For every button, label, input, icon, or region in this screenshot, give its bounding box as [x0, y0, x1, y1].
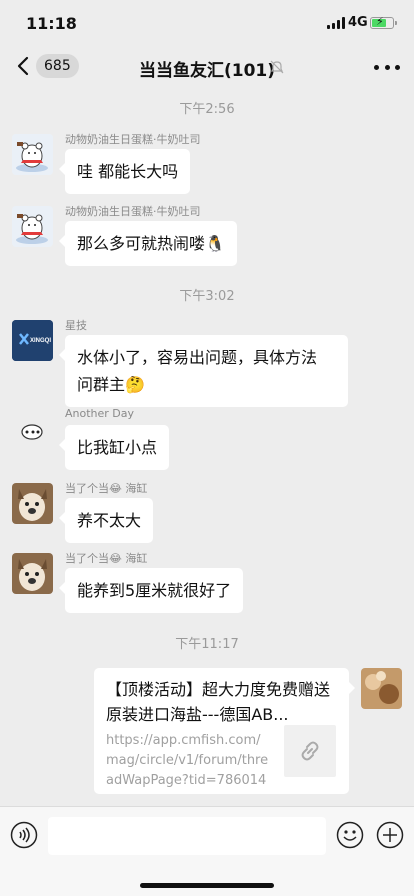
network-label: 4G — [348, 15, 368, 30]
status-bar: 11:18 4G ⚡ — [0, 0, 414, 48]
message-bubble[interactable]: 能养到5厘米就很好了 — [58, 568, 244, 613]
emoji-icon[interactable] — [336, 821, 364, 849]
sender-name: 当了个当😂 海缸 — [65, 552, 148, 565]
mute-icon — [270, 60, 284, 74]
message-bubble[interactable]: 哇 都能长大吗 — [58, 149, 191, 194]
plus-icon[interactable] — [376, 821, 404, 849]
sender-name: 星技 — [65, 319, 87, 332]
more-icon — [374, 64, 379, 70]
svg-text:XINGQI: XINGQI — [30, 338, 51, 344]
link-url: https://app.cmfish.com/mag/circle/v1/for… — [106, 733, 269, 788]
message-bubble[interactable]: 那么多可就热闹喽🐧 — [59, 221, 237, 266]
more-button[interactable] — [374, 60, 400, 74]
avatar[interactable] — [12, 553, 53, 594]
sender-name: Another Day — [65, 407, 135, 420]
chat-title: 当当鱼友汇(101) — [138, 61, 276, 81]
timestamp: 下午11:17 — [175, 637, 239, 652]
avatar[interactable] — [12, 410, 53, 451]
my-avatar[interactable] — [361, 668, 402, 709]
home-indicator — [140, 883, 274, 888]
sender-name: 动物奶油生日蛋糕·牛奶吐司 — [65, 133, 201, 146]
link-thumbnail — [284, 725, 336, 777]
avatar[interactable] — [12, 483, 53, 524]
link-icon — [301, 741, 319, 761]
link-card[interactable]: 【顶楼活动】超大力度免费赠送原装进口海盐---德国AB... https://a… — [94, 668, 355, 794]
avatar[interactable] — [12, 206, 53, 247]
nav-bar: 685 当当鱼友汇(101) — [0, 48, 414, 86]
voice-icon[interactable] — [10, 821, 38, 849]
message-line: 问群主🤔 — [77, 375, 145, 394]
input-bar — [0, 806, 414, 896]
sender-name: 动物奶油生日蛋糕·牛奶吐司 — [65, 205, 201, 218]
message-line: 水体小了，容易出问题，具体方法 — [77, 348, 318, 367]
message-bubble[interactable]: 水体小了，容易出问题，具体方法 问群主🤔 — [59, 335, 348, 407]
message-bubble[interactable]: 养不太大 — [58, 498, 154, 543]
status-time: 11:18 — [26, 14, 77, 33]
link-title: 【顶楼活动】超大力度免费赠送原装进口海盐---德国AB... — [106, 680, 331, 724]
battery-icon: ⚡ — [370, 15, 397, 29]
avatar[interactable]: XINGQI — [12, 320, 53, 361]
timestamp: 下午2:56 — [179, 102, 235, 117]
sender-name: 当了个当😂 海缸 — [65, 482, 148, 495]
signal-icon — [327, 17, 345, 29]
message-input[interactable] — [48, 817, 326, 855]
timestamp: 下午3:02 — [179, 289, 235, 304]
message-bubble[interactable]: 比我缸小点 — [58, 425, 170, 470]
avatar[interactable] — [12, 134, 53, 175]
